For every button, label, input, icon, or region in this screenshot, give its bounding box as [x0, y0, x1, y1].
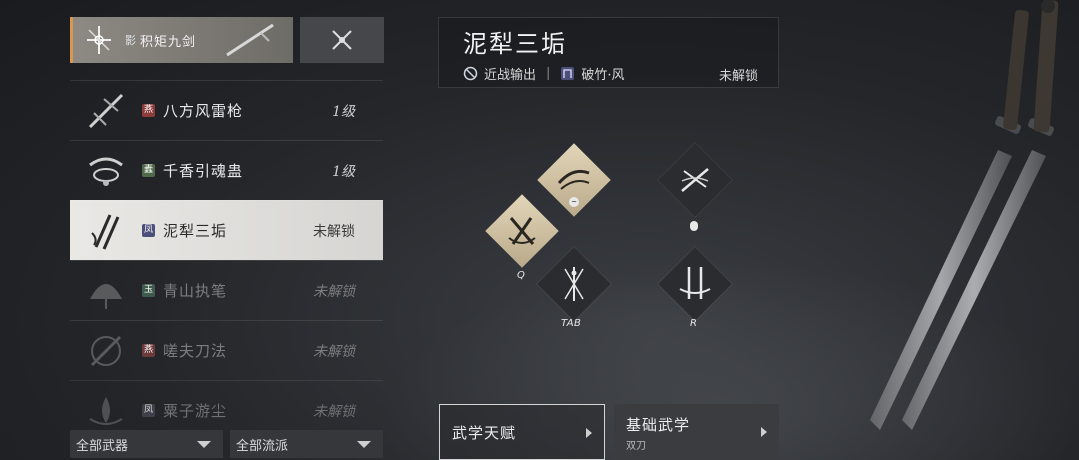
skill-slot-q[interactable] [485, 194, 559, 268]
skill-name: 嗟夫刀法 [163, 342, 228, 360]
skill-name: 泥犁三垢 [163, 222, 228, 240]
chevron-down-icon [357, 441, 371, 448]
spear-icon [88, 93, 124, 128]
skill-state: 未解锁 [313, 343, 355, 360]
martial-art-list: 燕 八方风雷枪 1级 蠹 千香引魂蛊 1级 凤 泥犁三垢 未解锁 玉 青山执笔 … [70, 80, 383, 440]
twin-sabers-icon [679, 267, 711, 299]
feng-badge-icon [561, 67, 575, 80]
skill-state: 未解锁 [313, 283, 355, 300]
school-tag: 破竹·风 [581, 68, 625, 83]
tab-basic-martial[interactable]: 基础武学 双刀 [614, 404, 779, 460]
skill-slot-mouse[interactable] [658, 143, 732, 217]
weapon-name: 积矩九剑 [140, 34, 197, 50]
r-key-hint: R [690, 318, 698, 329]
skill-level: 1级 [332, 103, 355, 120]
skill-name: 青山执笔 [163, 282, 228, 300]
dancer-stance-icon [564, 267, 584, 301]
school-badge: 凤 [142, 404, 155, 417]
unlock-state: 未解锁 [718, 69, 758, 84]
skill-name: 八方风雷枪 [163, 102, 244, 120]
list-item[interactable]: 玉 青山执笔 未解锁 [70, 260, 383, 320]
cross-slash-icon [508, 217, 536, 245]
dual-blades-icon [91, 213, 120, 250]
tilde-key-hint: ~ [569, 197, 579, 207]
weapon-filter-dropdown[interactable]: 全部武器 [70, 430, 223, 458]
skill-state: 未解锁 [313, 403, 355, 420]
blade-circle-icon [90, 335, 122, 366]
list-item-selected[interactable]: 凤 泥犁三垢 未解锁 [70, 200, 383, 260]
school-badge: 凤 [142, 224, 155, 237]
sect-badge: 影 [125, 34, 136, 47]
skill-name: 千香引魂蛊 [163, 162, 244, 180]
tab-basic-label: 基础武学 [626, 416, 691, 434]
weapon-filter-value: 全部武器 [76, 438, 129, 454]
school-filter-dropdown[interactable]: 全部流派 [230, 430, 383, 458]
swap-weapon-button[interactable] [300, 17, 384, 63]
chevron-right-icon [586, 428, 592, 438]
chevron-down-icon [197, 441, 211, 448]
crossed-blades-icon [681, 168, 709, 192]
list-item[interactable]: 燕 八方风雷枪 1级 [70, 80, 383, 140]
skill-state: 未解锁 [313, 223, 355, 240]
list-item[interactable]: 蠹 千香引魂蛊 1级 [70, 140, 383, 200]
skill-level: 1级 [332, 163, 355, 180]
twin-swords-illustration [870, 0, 1059, 430]
divider: | [546, 66, 551, 81]
chevron-right-icon [761, 427, 767, 437]
skill-tags: 近战输出 | 破竹·风 [463, 64, 625, 83]
tab-key-hint: TAB [561, 318, 582, 329]
skill-detail-header: 泥犁三垢 近战输出 | 破竹·风 未解锁 [438, 17, 779, 88]
q-key-hint: Q [517, 270, 526, 281]
school-filter-value: 全部流派 [236, 438, 289, 454]
school-badge: 燕 [142, 104, 155, 117]
school-badge: 蠹 [142, 164, 155, 177]
page-title: 泥犁三垢 [463, 30, 567, 58]
fan-icon [90, 283, 122, 309]
sword-blade-icon [226, 23, 274, 57]
list-item[interactable]: 燕 嗟夫刀法 未解锁 [70, 320, 383, 380]
crossed-swords-icon [332, 30, 352, 50]
mouse-button-icon [690, 221, 698, 231]
role-tag: 近战输出 [484, 68, 537, 83]
tab-talent-label: 武学天赋 [452, 423, 517, 442]
no-entry-icon [463, 66, 478, 81]
school-badge: 燕 [142, 344, 155, 357]
sword-emblem-icon [87, 26, 111, 54]
tab-talent[interactable]: 武学天赋 [439, 404, 605, 460]
equipped-weapon-slot[interactable]: 影 积矩九剑 [70, 17, 293, 63]
tab-basic-sublabel: 双刀 [626, 441, 646, 452]
lotus-icon [89, 396, 123, 425]
gu-bowl-icon [89, 157, 123, 186]
school-badge: 玉 [142, 284, 155, 297]
skill-name: 粟子游尘 [163, 402, 228, 420]
